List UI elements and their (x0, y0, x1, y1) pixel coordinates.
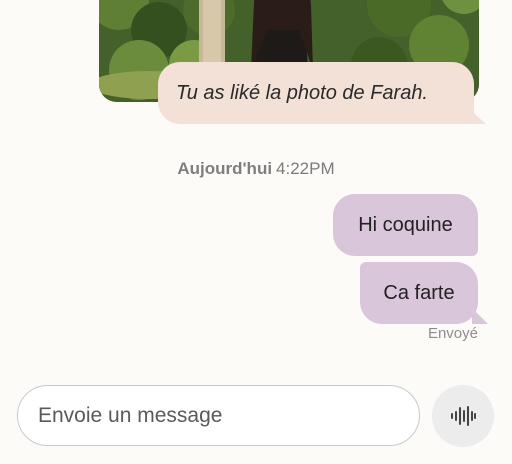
sent-message-bubble[interactable]: Hi coquine (333, 194, 478, 256)
chat-screen: Tu as liké la photo de Farah. Aujourd'hu… (0, 0, 512, 464)
voice-message-button[interactable] (432, 385, 494, 447)
waveform-icon (451, 406, 476, 426)
message-bubble-tail (472, 308, 488, 324)
message-input[interactable] (17, 385, 420, 446)
date-separator-day: Aujourd'hui (177, 159, 273, 178)
like-bubble-tail (468, 108, 486, 124)
date-separator-time: 4:22PM (276, 159, 335, 178)
message-text: Hi coquine (358, 213, 453, 236)
delivery-status: Envoyé (427, 325, 478, 342)
message-text: Ca farte (383, 281, 455, 304)
like-notice-text: Tu as liké la photo de Farah. (176, 81, 428, 104)
like-notice-bubble: Tu as liké la photo de Farah. (158, 62, 474, 124)
sent-message-bubble[interactable]: Ca farte (360, 262, 478, 324)
date-separator: Aujourd'hui 4:22PM (0, 159, 512, 179)
